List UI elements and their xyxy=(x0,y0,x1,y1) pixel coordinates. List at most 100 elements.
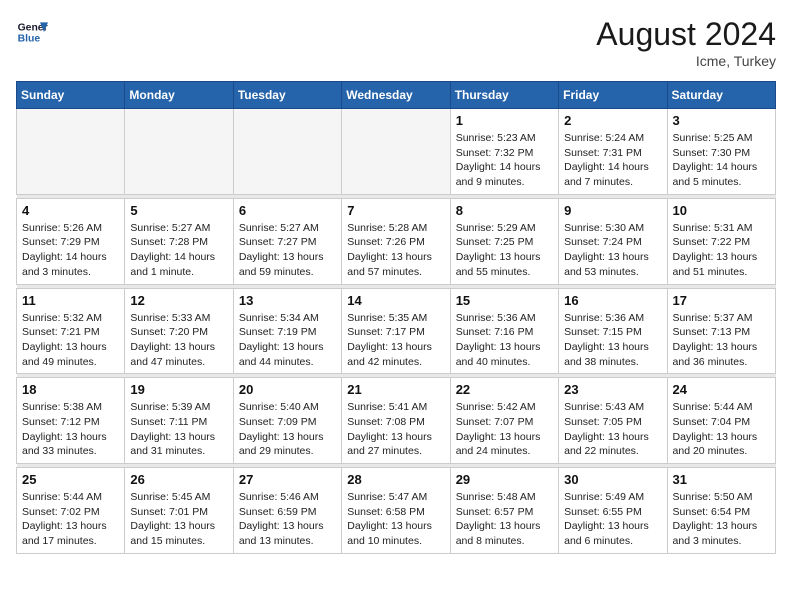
day-of-week-header: Friday xyxy=(559,82,667,109)
day-info: Sunrise: 5:34 AM Sunset: 7:19 PM Dayligh… xyxy=(239,311,336,370)
day-info: Sunrise: 5:44 AM Sunset: 7:04 PM Dayligh… xyxy=(673,400,770,459)
day-info: Sunrise: 5:31 AM Sunset: 7:22 PM Dayligh… xyxy=(673,221,770,280)
title-block: August 2024 Icme, Turkey xyxy=(596,16,776,69)
day-number: 5 xyxy=(130,203,227,218)
day-of-week-header: Saturday xyxy=(667,82,775,109)
day-info: Sunrise: 5:23 AM Sunset: 7:32 PM Dayligh… xyxy=(456,131,553,190)
logo-icon: General Blue xyxy=(16,16,48,48)
logo: General Blue xyxy=(16,16,48,48)
calendar-day-cell xyxy=(125,109,233,195)
calendar-day-cell: 16Sunrise: 5:36 AM Sunset: 7:15 PM Dayli… xyxy=(559,288,667,374)
day-info: Sunrise: 5:47 AM Sunset: 6:58 PM Dayligh… xyxy=(347,490,444,549)
day-of-week-header: Monday xyxy=(125,82,233,109)
day-info: Sunrise: 5:36 AM Sunset: 7:15 PM Dayligh… xyxy=(564,311,661,370)
day-info: Sunrise: 5:26 AM Sunset: 7:29 PM Dayligh… xyxy=(22,221,119,280)
calendar-week-row: 18 Sunrise: 5:38 AM Sunset: 7:12 PM Dayli… xyxy=(17,378,776,464)
day-number: 25 xyxy=(22,472,119,487)
day-info: Sunrise: 5:36 AM Sunset: 7:16 PM Dayligh… xyxy=(456,311,553,370)
calendar-day-cell: 20Sunrise: 5:40 AM Sunset: 7:09 PM Dayli… xyxy=(233,378,341,464)
day-info: Sunrise: 5:49 AM Sunset: 6:55 PM Dayligh… xyxy=(564,490,661,549)
day-number: 17 xyxy=(673,293,770,308)
calendar-day-cell: 15Sunrise: 5:36 AM Sunset: 7:16 PM Dayli… xyxy=(450,288,558,374)
day-number: 18 xyxy=(22,382,119,397)
calendar-day-cell: 29 Sunrise: 5:48 AM Sunset: 6:57 PM Dayli… xyxy=(450,468,558,554)
day-number: 28 xyxy=(347,472,444,487)
day-of-week-header: Wednesday xyxy=(342,82,450,109)
day-info: Sunrise: 5:25 AM Sunset: 7:30 PM Dayligh… xyxy=(673,131,770,190)
calendar-day-cell: 23Sunrise: 5:43 AM Sunset: 7:05 PM Dayli… xyxy=(559,378,667,464)
day-number: 4 xyxy=(22,203,119,218)
day-number: 2 xyxy=(564,113,661,128)
calendar-day-cell: 24 Sunrise: 5:44 AM Sunset: 7:04 PM Dayli… xyxy=(667,378,775,464)
calendar-header-row: SundayMondayTuesdayWednesdayThursdayFrid… xyxy=(17,82,776,109)
day-info: Sunrise: 5:32 AM Sunset: 7:21 PM Dayligh… xyxy=(22,311,119,370)
day-number: 22 xyxy=(456,382,553,397)
calendar-day-cell: 14Sunrise: 5:35 AM Sunset: 7:17 PM Dayli… xyxy=(342,288,450,374)
day-number: 3 xyxy=(673,113,770,128)
day-info: Sunrise: 5:28 AM Sunset: 7:26 PM Dayligh… xyxy=(347,221,444,280)
calendar-table: SundayMondayTuesdayWednesdayThursdayFrid… xyxy=(16,81,776,554)
day-info: Sunrise: 5:44 AM Sunset: 7:02 PM Dayligh… xyxy=(22,490,119,549)
day-number: 24 xyxy=(673,382,770,397)
calendar-day-cell: 26 Sunrise: 5:45 AM Sunset: 7:01 PM Dayli… xyxy=(125,468,233,554)
calendar-day-cell: 2 Sunrise: 5:24 AM Sunset: 7:31 PM Daylig… xyxy=(559,109,667,195)
day-number: 23 xyxy=(564,382,661,397)
calendar-week-row: 11 Sunrise: 5:32 AM Sunset: 7:21 PM Dayli… xyxy=(17,288,776,374)
calendar-week-row: 25 Sunrise: 5:44 AM Sunset: 7:02 PM Dayli… xyxy=(17,468,776,554)
day-info: Sunrise: 5:35 AM Sunset: 7:17 PM Dayligh… xyxy=(347,311,444,370)
calendar-day-cell: 3 Sunrise: 5:25 AM Sunset: 7:30 PM Daylig… xyxy=(667,109,775,195)
calendar-day-cell: 21Sunrise: 5:41 AM Sunset: 7:08 PM Dayli… xyxy=(342,378,450,464)
day-number: 29 xyxy=(456,472,553,487)
calendar-day-cell: 10 Sunrise: 5:31 AM Sunset: 7:22 PM Dayli… xyxy=(667,198,775,284)
day-info: Sunrise: 5:27 AM Sunset: 7:27 PM Dayligh… xyxy=(239,221,336,280)
day-number: 10 xyxy=(673,203,770,218)
day-of-week-header: Thursday xyxy=(450,82,558,109)
calendar-day-cell: 4 Sunrise: 5:26 AM Sunset: 7:29 PM Daylig… xyxy=(17,198,125,284)
location-subtitle: Icme, Turkey xyxy=(596,53,776,69)
day-info: Sunrise: 5:46 AM Sunset: 6:59 PM Dayligh… xyxy=(239,490,336,549)
day-number: 12 xyxy=(130,293,227,308)
calendar-day-cell: 8Sunrise: 5:29 AM Sunset: 7:25 PM Daylig… xyxy=(450,198,558,284)
calendar-day-cell: 7 Sunrise: 5:28 AM Sunset: 7:26 PM Daylig… xyxy=(342,198,450,284)
day-number: 6 xyxy=(239,203,336,218)
day-info: Sunrise: 5:50 AM Sunset: 6:54 PM Dayligh… xyxy=(673,490,770,549)
calendar-day-cell: 22 Sunrise: 5:42 AM Sunset: 7:07 PM Dayli… xyxy=(450,378,558,464)
calendar-day-cell: 28 Sunrise: 5:47 AM Sunset: 6:58 PM Dayli… xyxy=(342,468,450,554)
day-info: Sunrise: 5:24 AM Sunset: 7:31 PM Dayligh… xyxy=(564,131,661,190)
day-number: 30 xyxy=(564,472,661,487)
day-info: Sunrise: 5:40 AM Sunset: 7:09 PM Dayligh… xyxy=(239,400,336,459)
calendar-day-cell: 31 Sunrise: 5:50 AM Sunset: 6:54 PM Dayli… xyxy=(667,468,775,554)
day-of-week-header: Sunday xyxy=(17,82,125,109)
day-number: 11 xyxy=(22,293,119,308)
calendar-day-cell: 30 Sunrise: 5:49 AM Sunset: 6:55 PM Dayli… xyxy=(559,468,667,554)
day-info: Sunrise: 5:39 AM Sunset: 7:11 PM Dayligh… xyxy=(130,400,227,459)
calendar-day-cell: 18 Sunrise: 5:38 AM Sunset: 7:12 PM Dayli… xyxy=(17,378,125,464)
day-info: Sunrise: 5:29 AM Sunset: 7:25 PM Dayligh… xyxy=(456,221,553,280)
calendar-day-cell: 17Sunrise: 5:37 AM Sunset: 7:13 PM Dayli… xyxy=(667,288,775,374)
day-number: 1 xyxy=(456,113,553,128)
calendar-day-cell: 11 Sunrise: 5:32 AM Sunset: 7:21 PM Dayli… xyxy=(17,288,125,374)
month-year-title: August 2024 xyxy=(596,16,776,53)
calendar-week-row: 4 Sunrise: 5:26 AM Sunset: 7:29 PM Daylig… xyxy=(17,198,776,284)
calendar-day-cell: 6 Sunrise: 5:27 AM Sunset: 7:27 PM Daylig… xyxy=(233,198,341,284)
day-number: 19 xyxy=(130,382,227,397)
day-number: 26 xyxy=(130,472,227,487)
day-info: Sunrise: 5:27 AM Sunset: 7:28 PM Dayligh… xyxy=(130,221,227,280)
day-number: 21 xyxy=(347,382,444,397)
calendar-day-cell: 19 Sunrise: 5:39 AM Sunset: 7:11 PM Dayli… xyxy=(125,378,233,464)
calendar-day-cell: 1 Sunrise: 5:23 AM Sunset: 7:32 PM Daylig… xyxy=(450,109,558,195)
day-number: 13 xyxy=(239,293,336,308)
calendar-week-row: 1 Sunrise: 5:23 AM Sunset: 7:32 PM Daylig… xyxy=(17,109,776,195)
day-info: Sunrise: 5:30 AM Sunset: 7:24 PM Dayligh… xyxy=(564,221,661,280)
calendar-day-cell: 9 Sunrise: 5:30 AM Sunset: 7:24 PM Daylig… xyxy=(559,198,667,284)
day-info: Sunrise: 5:48 AM Sunset: 6:57 PM Dayligh… xyxy=(456,490,553,549)
day-info: Sunrise: 5:42 AM Sunset: 7:07 PM Dayligh… xyxy=(456,400,553,459)
day-info: Sunrise: 5:45 AM Sunset: 7:01 PM Dayligh… xyxy=(130,490,227,549)
day-number: 9 xyxy=(564,203,661,218)
calendar-day-cell: 13 Sunrise: 5:34 AM Sunset: 7:19 PM Dayli… xyxy=(233,288,341,374)
day-info: Sunrise: 5:38 AM Sunset: 7:12 PM Dayligh… xyxy=(22,400,119,459)
day-number: 7 xyxy=(347,203,444,218)
calendar-day-cell: 27Sunrise: 5:46 AM Sunset: 6:59 PM Dayli… xyxy=(233,468,341,554)
day-number: 31 xyxy=(673,472,770,487)
calendar-day-cell: 12Sunrise: 5:33 AM Sunset: 7:20 PM Dayli… xyxy=(125,288,233,374)
